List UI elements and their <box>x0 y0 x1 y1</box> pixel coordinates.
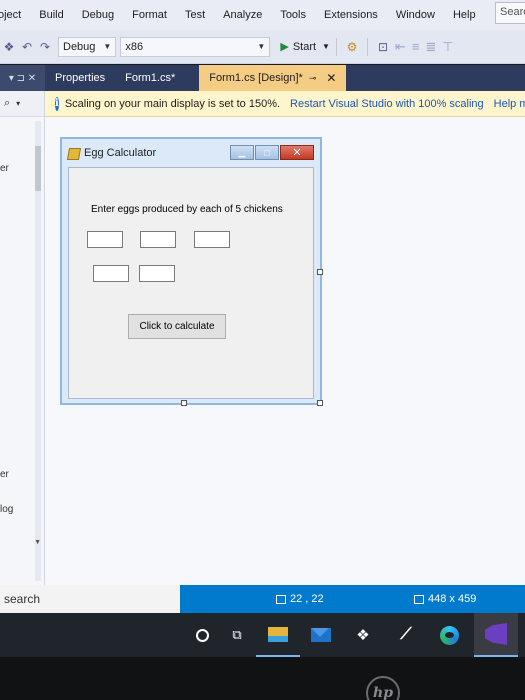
chevron-down-icon: ▾ <box>16 99 21 108</box>
menu-debug[interactable]: Debug <box>73 9 123 21</box>
tab-label: Form1.cs [Design]* <box>209 72 303 84</box>
selection-dimensions: 448 x 459 <box>428 593 477 605</box>
align-top-icon[interactable]: ⊤ <box>442 39 453 55</box>
calculate-button[interactable]: Click to calculate <box>128 314 226 339</box>
restart-scaling-link[interactable]: Restart Visual Studio with 100% scaling <box>290 98 484 110</box>
chevron-down-icon: ▼ <box>322 42 330 51</box>
resize-handle-bottom[interactable] <box>181 400 187 406</box>
task-view-icon[interactable]: ⧉ <box>215 613 259 657</box>
help-link[interactable]: Help m <box>494 98 525 110</box>
cursor-position: 22 , 22 <box>276 585 324 613</box>
menu-help[interactable]: Help <box>444 9 485 21</box>
prompt-label: Enter eggs produced by each of 5 chicken… <box>91 204 283 215</box>
menu-bar: oject Build Debug Format Test Analyze To… <box>0 0 525 30</box>
toolbox-pane-controls[interactable]: ▾ ⊐ ✕ <box>0 65 45 91</box>
cursor-coordinates: 22 , 22 <box>290 593 324 605</box>
egg-textbox-3[interactable] <box>194 231 230 248</box>
egg-textbox-5[interactable] <box>139 265 175 282</box>
info-icon: i <box>55 96 59 111</box>
toolbox-item[interactable]: er <box>0 469 9 480</box>
egg-textbox-1[interactable] <box>87 231 123 248</box>
minimize-icon[interactable]: ▁ <box>230 145 254 160</box>
scaling-info-bar: i Scaling on your main display is set to… <box>45 91 525 117</box>
info-message: Scaling on your main display is set to 1… <box>64 97 281 110</box>
tab-properties[interactable]: Properties <box>45 65 115 91</box>
toolbar-separator <box>366 37 368 56</box>
align-right-icon[interactable]: ≣ <box>425 39 436 55</box>
toolbox-item[interactable]: log <box>0 504 13 515</box>
undo-icon[interactable]: ↶ <box>18 38 36 56</box>
dropbox-icon[interactable]: ❖ <box>341 613 385 657</box>
close-icon[interactable]: ✕ <box>326 71 336 85</box>
app-icon <box>68 147 80 159</box>
form-title-bar: Egg Calculator ▁ □ ✕ <box>62 139 320 167</box>
menu-format[interactable]: Format <box>123 9 176 21</box>
tab-form1-design[interactable]: Form1.cs [Design]* ⊸ ✕ <box>199 65 347 91</box>
browse-icon[interactable]: ⚙ <box>343 38 361 56</box>
resize-handle-corner[interactable] <box>317 400 323 406</box>
resize-handle-right[interactable] <box>317 269 323 275</box>
window-controls: ▁ □ ✕ <box>229 145 314 160</box>
document-tab-strip: ▾ ⊐ ✕ Properties Form1.cs* Form1.cs [Des… <box>0 65 525 91</box>
windows-taskbar: ⧉ ❖ ⟋ <box>0 613 525 657</box>
toolbar: ❖ ↶ ↷ Debug ▼ x86 ▼ ▶ Start ▼ ⚙ ⊡ ⇤ ≡ ≣ … <box>0 30 525 64</box>
size-icon <box>414 594 424 604</box>
chevron-down-icon: ▼ <box>257 42 266 51</box>
chevron-down-icon: ▼ <box>103 42 112 51</box>
configuration-value: Debug <box>63 40 96 53</box>
egg-textbox-4[interactable] <box>93 265 129 282</box>
vs-code-icon[interactable]: ⟋ <box>384 613 428 657</box>
play-icon: ▶ <box>280 41 289 53</box>
new-item-icon[interactable]: ❖ <box>0 38 18 56</box>
close-icon[interactable]: ✕ <box>280 145 314 160</box>
screenshot-icon[interactable]: ⊡ <box>374 38 392 56</box>
edge-icon[interactable] <box>427 613 471 657</box>
menu-extensions[interactable]: Extensions <box>315 9 387 21</box>
start-label: Start <box>292 40 317 53</box>
scroll-down-icon[interactable]: ▼ <box>34 539 41 546</box>
egg-textbox-2[interactable] <box>140 231 176 248</box>
toolbox-item[interactable]: er <box>0 163 9 174</box>
mail-icon[interactable] <box>299 613 343 657</box>
status-bar: search 22 , 22 448 x 459 <box>0 585 525 613</box>
align-left-icon[interactable]: ⇤ <box>395 39 406 55</box>
search-box[interactable]: Searc <box>495 2 525 24</box>
taskbar-search-field[interactable]: search <box>0 585 180 613</box>
start-button[interactable]: ▶ Start ▼ <box>280 40 330 54</box>
toolbox-scrollbar[interactable] <box>35 121 41 581</box>
menu-project[interactable]: oject <box>0 9 30 21</box>
toolbox-search[interactable]: ⌕ ▾ <box>0 91 44 117</box>
file-explorer-icon[interactable] <box>256 613 300 657</box>
maximize-icon[interactable]: □ <box>255 145 279 160</box>
designer-surface: Egg Calculator ▁ □ ✕ Enter eggs produced… <box>45 117 525 585</box>
search-icon: ⌕ <box>4 97 11 109</box>
visual-studio-icon[interactable] <box>474 613 518 657</box>
selection-size: 448 x 459 <box>414 585 476 613</box>
platform-value: x86 <box>125 40 144 53</box>
menu-window[interactable]: Window <box>387 9 444 21</box>
form-client-area: Enter eggs produced by each of 5 chicken… <box>68 167 314 399</box>
menu-tools[interactable]: Tools <box>271 9 315 21</box>
tab-form1-cs[interactable]: Form1.cs* <box>115 65 185 91</box>
platform-dropdown[interactable]: x86 ▼ <box>120 36 271 57</box>
toolbox-pane: ⌕ ▾ ▲ er er log ▼ <box>0 91 45 585</box>
toolbar-separator <box>335 37 337 56</box>
form-preview[interactable]: Egg Calculator ▁ □ ✕ Enter eggs produced… <box>60 137 323 406</box>
form-title: Egg Calculator <box>84 147 157 159</box>
pin-icon[interactable]: ⊸ <box>309 73 317 84</box>
position-icon <box>276 594 286 604</box>
menu-build[interactable]: Build <box>30 9 72 21</box>
redo-icon[interactable]: ↷ <box>36 38 54 56</box>
menu-analyze[interactable]: Analyze <box>214 9 271 21</box>
scrollbar-thumb[interactable] <box>35 146 41 191</box>
laptop-bezel <box>0 657 525 700</box>
solution-configuration-dropdown[interactable]: Debug ▼ <box>58 36 117 57</box>
menu-test[interactable]: Test <box>176 9 214 21</box>
align-center-icon[interactable]: ≡ <box>412 39 420 54</box>
